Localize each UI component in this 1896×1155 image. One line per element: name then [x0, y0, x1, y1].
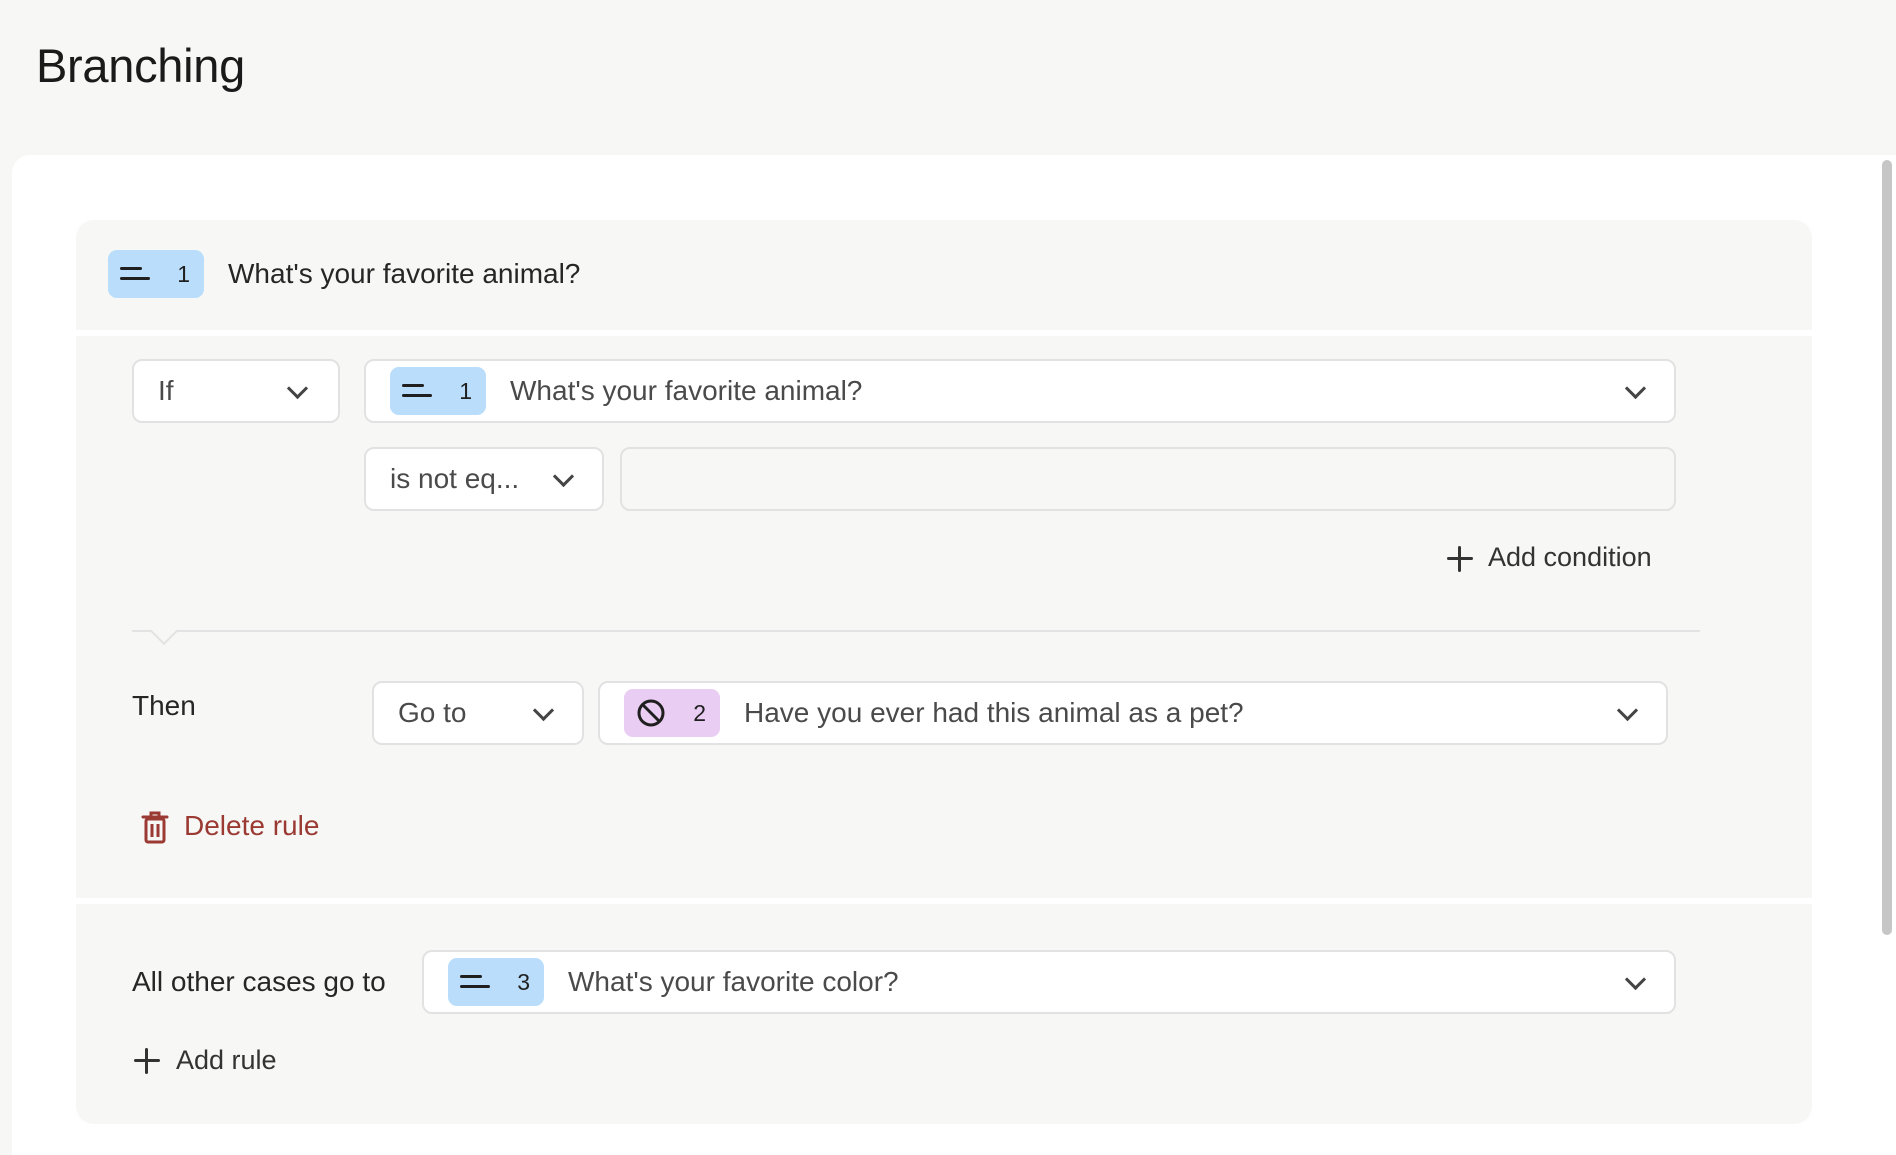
fallback-question-title: What's your favorite color?	[568, 966, 899, 997]
condition-question-title: What's your favorite animal?	[510, 375, 863, 406]
target-question-select[interactable]: 2 Have you ever had this animal as a pet…	[598, 681, 1668, 745]
plus-icon[interactable]	[134, 1048, 160, 1074]
fallback-label: All other cases go to	[132, 966, 386, 997]
chevron-down-icon	[1616, 699, 1639, 722]
chevron-down-icon	[1624, 968, 1647, 991]
delete-rule-button[interactable]: Delete rule	[184, 810, 319, 842]
short-text-icon	[402, 384, 432, 398]
if-operator-label: If	[158, 375, 174, 406]
condition-question-select[interactable]: 1 What's your favorite animal?	[364, 359, 1676, 423]
divider	[132, 630, 1700, 632]
chevron-down-icon	[552, 465, 575, 488]
scrollbar[interactable]	[1882, 160, 1892, 935]
trash-icon[interactable]	[140, 810, 170, 844]
target-question-badge: 2	[624, 689, 720, 737]
action-select[interactable]: Go to	[372, 681, 584, 745]
target-question-number: 2	[693, 699, 706, 726]
short-text-icon	[460, 975, 490, 989]
add-rule-button[interactable]: Add rule	[176, 1045, 277, 1076]
fallback-question-number: 3	[517, 968, 530, 995]
fallback-question-select[interactable]: 3 What's your favorite color?	[422, 950, 1676, 1014]
comparator-label: is not eq...	[390, 463, 520, 494]
comparator-select[interactable]: is not eq...	[364, 447, 604, 511]
then-label: Then	[132, 690, 196, 721]
plus-icon[interactable]	[1447, 546, 1473, 572]
fallback-question-badge: 3	[448, 958, 544, 1006]
chevron-down-icon	[532, 699, 555, 722]
add-condition-button[interactable]: Add condition	[1488, 542, 1652, 573]
target-question-title: Have you ever had this animal as a pet?	[744, 697, 1244, 728]
question-title: What's your favorite animal?	[228, 258, 581, 289]
question-badge: 1	[108, 250, 204, 298]
page-title: Branching	[36, 39, 245, 92]
question-number: 1	[177, 260, 190, 287]
if-operator-select[interactable]: If	[132, 359, 340, 423]
short-text-icon	[120, 267, 150, 281]
fallback-block	[76, 904, 1812, 1124]
action-label: Go to	[398, 697, 467, 728]
condition-value-input[interactable]	[620, 447, 1676, 511]
condition-question-number: 1	[459, 377, 472, 404]
chevron-down-icon	[286, 377, 309, 400]
chevron-down-icon	[1624, 377, 1647, 400]
blocked-icon	[637, 699, 665, 727]
condition-question-badge: 1	[390, 367, 486, 415]
